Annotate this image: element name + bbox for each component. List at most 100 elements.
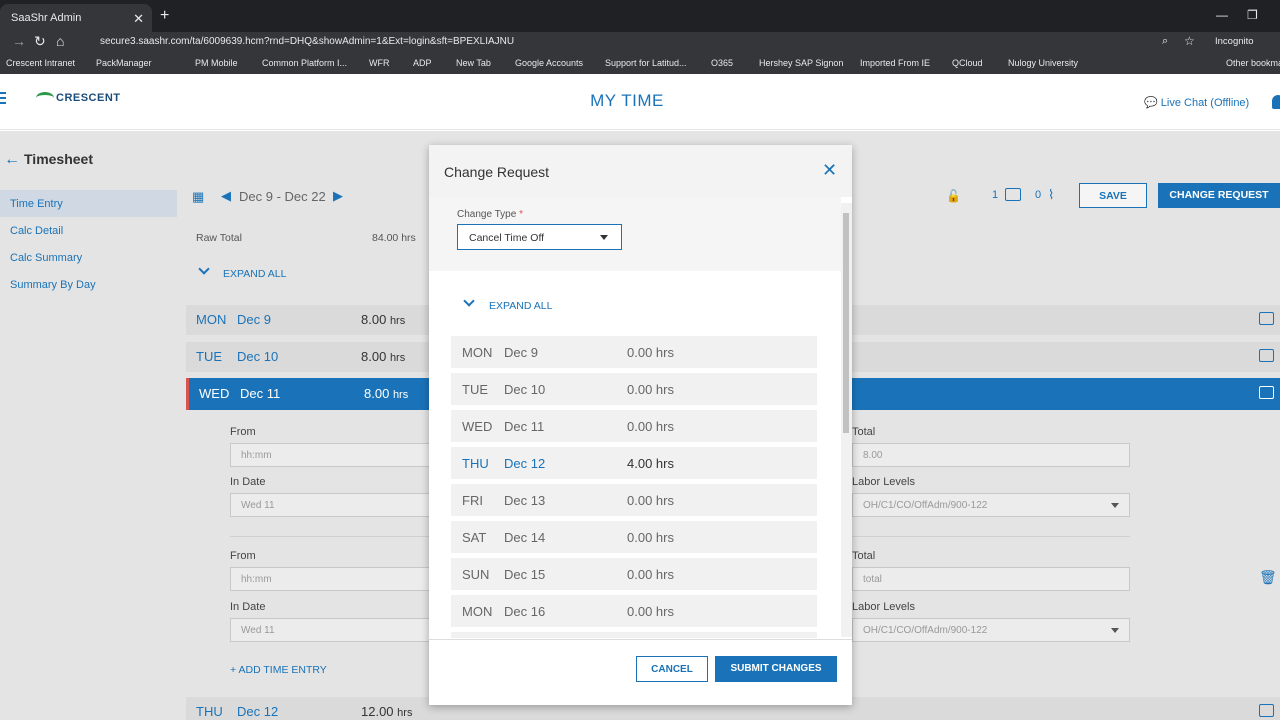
bookmark-item[interactable]: Google Accounts — [515, 58, 583, 68]
total-label: Total — [852, 550, 876, 562]
divider — [230, 536, 430, 537]
chevron-down-icon — [600, 235, 608, 240]
nav-item-calc-summary[interactable]: Calc Summary — [0, 244, 177, 271]
modal-day-row[interactable]: SAT Dec 14 0.00 hrs — [451, 521, 817, 553]
browser-tab-bar: SaaShr Admin ✕ + — ❐ — [0, 0, 1280, 32]
browser-tab[interactable]: SaaShr Admin ✕ — [0, 4, 152, 32]
day-name: THU — [196, 704, 223, 719]
bookmark-item[interactable]: PM Mobile — [195, 58, 238, 68]
comment-icon[interactable] — [1259, 386, 1274, 399]
new-tab-icon[interactable]: + — [160, 7, 169, 25]
paperclip-icon[interactable]: ⌇ — [1048, 187, 1054, 203]
nav-item-calc-detail[interactable]: Calc Detail — [0, 217, 177, 244]
cancel-button[interactable]: CANCEL — [636, 656, 708, 682]
from-label: From — [230, 550, 256, 562]
live-chat-link[interactable]: 💬 Live Chat (Offline) — [1144, 96, 1249, 109]
bookmark-item[interactable]: Crescent Intranet — [6, 58, 75, 68]
day-name: TUE — [196, 349, 222, 364]
modal-day-row[interactable]: THU Dec 12 4.00 hrs — [451, 447, 817, 479]
modal-title: Change Request — [444, 164, 550, 180]
bookmark-item[interactable]: Nulogy University — [1008, 58, 1078, 68]
comment-icon[interactable] — [1005, 188, 1021, 201]
divider — [852, 536, 1130, 537]
day-name: WED — [199, 386, 230, 401]
labor-levels-select[interactable]: OH/C1/CO/OffAdm/900-122 — [852, 618, 1130, 642]
modal-day-row[interactable]: MON Dec 16 0.00 hrs — [451, 595, 817, 627]
change-request-button[interactable]: CHANGE REQUEST — [1158, 183, 1280, 208]
date-range: Dec 9 - Dec 22 — [239, 189, 326, 204]
in-date-label: In Date — [230, 601, 266, 613]
unlock-icon: 🔓 — [946, 189, 961, 203]
modal-header: Change Request ✕ — [429, 145, 852, 197]
close-tab-icon[interactable]: ✕ — [133, 11, 144, 27]
bell-icon[interactable] — [1272, 95, 1280, 109]
comment-icon[interactable] — [1259, 349, 1274, 362]
bookmark-item[interactable]: Hershey SAP Signon — [759, 58, 843, 68]
modal-day-row[interactable]: FRI Dec 13 0.00 hrs — [451, 484, 817, 516]
in-date-input[interactable]: Wed 11 — [230, 493, 430, 517]
forward-icon[interactable]: → — [12, 33, 26, 49]
company-logo: CRESCENT — [56, 92, 121, 104]
address-bar[interactable]: secure3.saashr.com/ta/6009639.hcm?rnd=DH… — [84, 33, 1206, 51]
day-date: Dec 9 — [237, 312, 271, 327]
modal-day-row[interactable]: WED Dec 11 0.00 hrs — [451, 410, 817, 442]
day-hours: 8.00 hrs — [361, 312, 406, 327]
change-request-modal: Change Request ✕ Change Type * Cancel Ti… — [429, 145, 852, 705]
page-title: Timesheet — [24, 151, 93, 167]
scrollbar-thumb[interactable] — [843, 213, 849, 433]
expand-all-link[interactable]: EXPAND ALL — [223, 268, 286, 280]
bookmark-item[interactable]: Support for Latitud... — [605, 58, 687, 68]
total-input[interactable]: 8.00 — [852, 443, 1130, 467]
submit-changes-button[interactable]: SUBMIT CHANGES — [715, 656, 837, 682]
bookmark-item[interactable]: Imported From IE — [860, 58, 930, 68]
modal-day-row[interactable]: MON Dec 9 0.00 hrs — [451, 336, 817, 368]
live-chat-label: Live Chat (Offline) — [1160, 97, 1250, 109]
close-icon[interactable]: ✕ — [822, 160, 837, 181]
nav-item-summary-by-day[interactable]: Summary By Day — [0, 271, 177, 298]
bookmark-item[interactable]: Common Platform I... — [262, 58, 347, 68]
comment-icon[interactable] — [1259, 704, 1274, 717]
modal-day-row[interactable]: TUE Dec 10 0.00 hrs — [451, 373, 817, 405]
save-button[interactable]: SAVE — [1079, 183, 1147, 208]
zoom-icon[interactable]: ⌕ — [1162, 35, 1168, 48]
chevron-down-icon[interactable] — [463, 295, 475, 307]
home-icon[interactable]: ⌂ — [56, 33, 64, 49]
day-name: MON — [196, 312, 227, 327]
calendar-icon[interactable]: ▦ — [192, 189, 204, 205]
bookmark-item[interactable]: New Tab — [456, 58, 491, 68]
in-date-input[interactable]: Wed 11 — [230, 618, 430, 642]
trash-icon[interactable]: 🗑 — [1259, 569, 1277, 586]
bookmark-item[interactable]: ADP — [413, 58, 432, 68]
from-input[interactable]: hh:mm — [230, 567, 430, 591]
change-type-select[interactable]: Cancel Time Off — [457, 224, 622, 250]
reload-icon[interactable]: ↻ — [34, 33, 46, 50]
day-hours: 12.00 hrs — [361, 704, 413, 719]
bookmark-item[interactable]: WFR — [369, 58, 390, 68]
labor-levels-select[interactable]: OH/C1/CO/OffAdm/900-122 — [852, 493, 1130, 517]
chevron-down-icon — [1111, 503, 1119, 508]
in-date-label: In Date — [230, 476, 266, 488]
total-input[interactable]: total — [852, 567, 1130, 591]
modal-day-row[interactable]: SUN Dec 15 0.00 hrs — [451, 558, 817, 590]
bookmark-item[interactable]: O365 — [711, 58, 733, 68]
next-period-icon[interactable]: ▶ — [333, 188, 343, 204]
prev-period-icon[interactable]: ◀ — [221, 188, 231, 204]
total-label: Total — [852, 426, 876, 438]
expand-all-link[interactable]: EXPAND ALL — [489, 300, 552, 312]
comment-icon[interactable] — [1259, 312, 1274, 325]
add-time-entry-link[interactable]: + ADD TIME ENTRY — [230, 664, 327, 676]
nav-item-time-entry[interactable]: Time Entry — [0, 190, 177, 217]
raw-total-label: Raw Total — [196, 232, 242, 244]
hamburger-menu-icon[interactable] — [0, 92, 6, 105]
bookmark-item[interactable]: QCloud — [952, 58, 983, 68]
from-input[interactable]: hh:mm — [230, 443, 430, 467]
labor-levels-label: Labor Levels — [852, 601, 915, 613]
labor-levels-label: Labor Levels — [852, 476, 915, 488]
bookmark-item[interactable]: PackManager — [96, 58, 152, 68]
tab-title: SaaShr Admin — [11, 12, 82, 24]
back-arrow-icon[interactable]: ← — [4, 151, 20, 169]
restore-icon[interactable]: ❐ — [1247, 8, 1258, 22]
minimize-icon[interactable]: — — [1216, 8, 1228, 22]
bookmark-item[interactable]: Other bookma — [1226, 58, 1280, 68]
star-icon[interactable]: ☆ — [1184, 34, 1195, 48]
